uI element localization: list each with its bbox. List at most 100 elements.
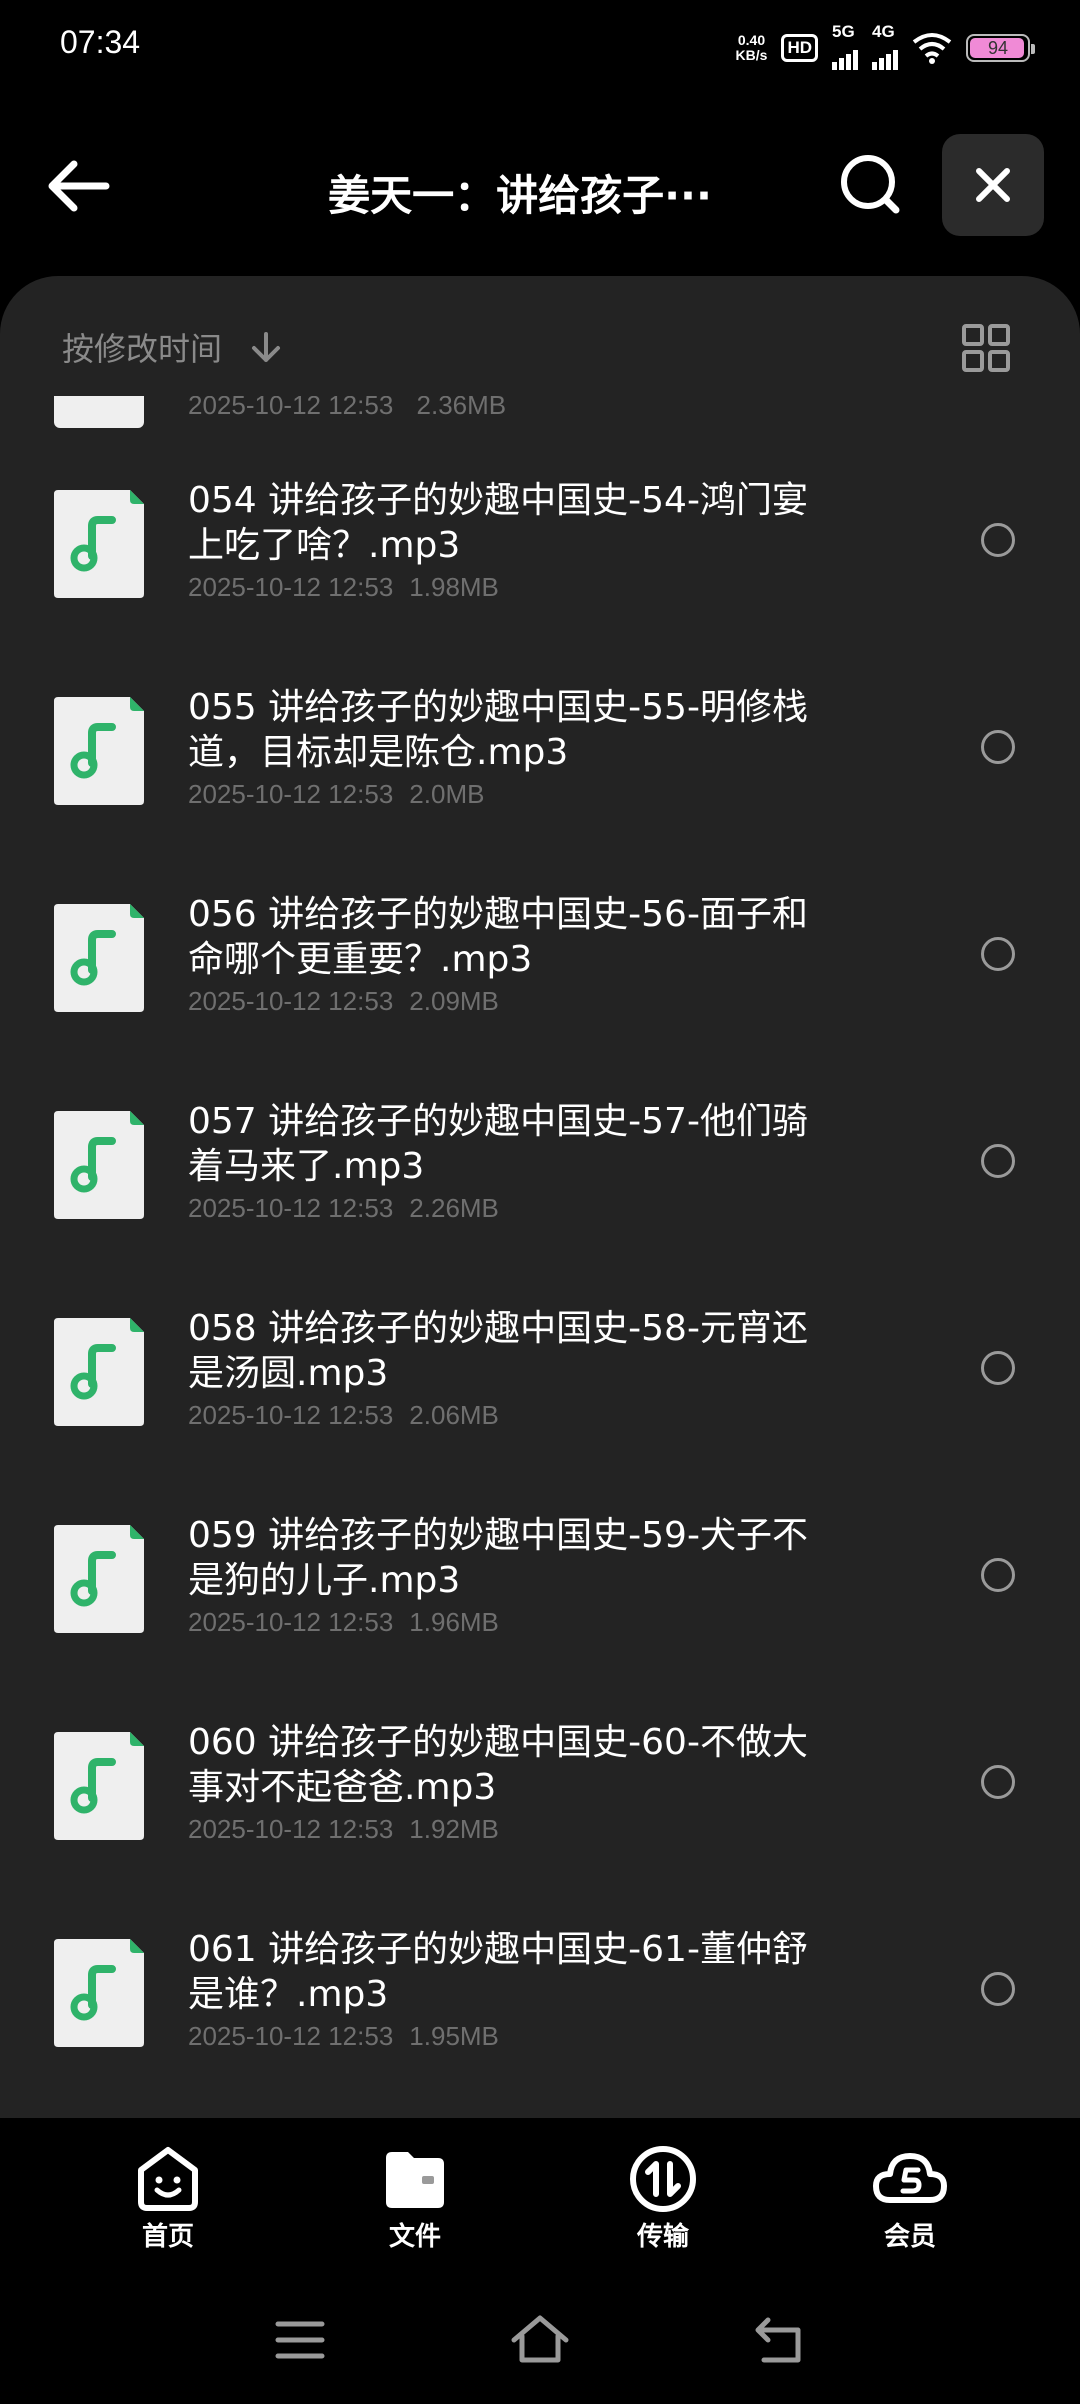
wifi-icon (912, 33, 952, 64)
file-name-line: 058 讲给孩子的妙趣中国史-58-元宵还 (188, 1308, 808, 1349)
file-name-line: 道，目标却是陈仓.mp3 (188, 732, 569, 773)
file-name: 055 讲给孩子的妙趣中国史-55-明修栈 道，目标却是陈仓.mp3 (188, 685, 868, 775)
select-radio[interactable] (981, 1351, 1015, 1385)
file-name-line: 061 讲给孩子的妙趣中国史-61-董仲舒 (188, 1929, 808, 1970)
select-radio[interactable] (981, 730, 1015, 764)
file-meta: 2025-10-12 12:53 1.98MB (188, 572, 499, 603)
list-item[interactable]: 057 讲给孩子的妙趣中国史-57-他们骑 着马来了.mp3 2025-10-12 … (0, 1057, 1080, 1264)
bottom-tab-bar: 首页 文件 传输 会员 (0, 2118, 1080, 2268)
tab-transfer[interactable]: 传输 (583, 2144, 743, 2253)
tab-files[interactable]: 文件 (335, 2144, 495, 2253)
file-size: 1.95MB (409, 2021, 499, 2051)
list-item[interactable]: 054 讲给孩子的妙趣中国史-54-鸿门宴 上吃了啥？.mp3 2025-10-12… (0, 436, 1080, 643)
file-meta: 2025-10-12 12:53 2.06MB (188, 1400, 499, 1431)
file-panel: 按修改时间 2025-10-12 12:53 2.36MB 054 讲给孩子的妙… (0, 276, 1080, 2118)
audio-file-icon (54, 490, 144, 598)
file-name-line: 054 讲给孩子的妙趣中国史-54-鸿门宴 (188, 480, 808, 521)
file-date: 2025-10-12 12:53 (188, 1607, 394, 1637)
file-name-line: 是狗的儿子.mp3 (188, 1560, 461, 1601)
list-item[interactable]: 055 讲给孩子的妙趣中国史-55-明修栈 道，目标却是陈仓.mp3 2025-10… (0, 643, 1080, 850)
select-radio[interactable] (981, 937, 1015, 971)
file-size: 2.0MB (409, 779, 485, 809)
system-nav-bar (0, 2268, 1080, 2404)
status-time: 07:34 (60, 24, 141, 60)
audio-file-icon (54, 1732, 144, 1840)
file-date: 2025-10-12 12:53 (188, 779, 394, 809)
audio-file-icon (54, 1525, 144, 1633)
home-icon[interactable] (510, 2310, 570, 2370)
file-meta: 2025-10-12 12:53 2.26MB (188, 1193, 499, 1224)
network-speed: 0.40 KB/s (735, 32, 768, 63)
file-name-line: 057 讲给孩子的妙趣中国史-57-他们骑 (188, 1101, 808, 1142)
file-meta: 2025-10-12 12:53 2.36MB (188, 396, 506, 421)
file-name-line: 着马来了.mp3 (188, 1146, 425, 1187)
audio-file-icon (54, 396, 144, 428)
file-meta: 2025-10-12 12:53 2.09MB (188, 986, 499, 1017)
page-title: 姜天一：讲给孩子··· (328, 171, 712, 220)
file-size: 1.96MB (409, 1607, 499, 1637)
back-button[interactable] (44, 156, 116, 216)
file-name-line: 是谁？.mp3 (188, 1974, 389, 2015)
file-date: 2025-10-12 12:53 (188, 2021, 394, 2051)
file-date: 2025-10-12 12:53 (188, 572, 394, 602)
close-button[interactable] (942, 134, 1044, 236)
arrow-down-icon[interactable] (248, 330, 284, 366)
file-meta: 2025-10-12 12:53 1.95MB (188, 2021, 499, 2052)
audio-file-icon (54, 697, 144, 805)
search-button[interactable] (836, 150, 904, 218)
file-name: 061 讲给孩子的妙趣中国史-61-董仲舒 是谁？.mp3 (188, 1927, 868, 2017)
signal-5g-icon: 5G (832, 22, 858, 70)
arrow-left-icon (48, 160, 110, 212)
file-name-line: 是汤圆.mp3 (188, 1353, 389, 1394)
list-item[interactable]: 056 讲给孩子的妙趣中国史-56-面子和 命哪个更重要？.mp3 2025-10-… (0, 850, 1080, 1057)
file-name-line: 055 讲给孩子的妙趣中国史-55-明修栈 (188, 687, 808, 728)
file-size: 1.92MB (409, 1814, 499, 1844)
select-radio[interactable] (981, 1558, 1015, 1592)
file-name-line: 事对不起爸爸.mp3 (188, 1767, 497, 1808)
file-name-line: 060 讲给孩子的妙趣中国史-60-不做大 (188, 1722, 808, 1763)
audio-file-icon (54, 1318, 144, 1426)
home-face-icon (138, 2147, 198, 2211)
file-name: 060 讲给孩子的妙趣中国史-60-不做大 事对不起爸爸.mp3 (188, 1720, 868, 1810)
file-name: 059 讲给孩子的妙趣中国史-59-犬子不 是狗的儿子.mp3 (188, 1513, 868, 1603)
file-size: 2.09MB (409, 986, 499, 1016)
list-item[interactable]: 061 讲给孩子的妙趣中国史-61-董仲舒 是谁？.mp3 2025-10-12 1… (0, 1885, 1080, 2092)
list-item[interactable]: 058 讲给孩子的妙趣中国史-58-元宵还 是汤圆.mp3 2025-10-12 1… (0, 1264, 1080, 1471)
file-date: 2025-10-12 12:53 (188, 396, 394, 420)
file-name-line: 059 讲给孩子的妙趣中国史-59-犬子不 (188, 1515, 808, 1556)
file-name: 056 讲给孩子的妙趣中国史-56-面子和 命哪个更重要？.mp3 (188, 892, 868, 982)
list-item[interactable]: 060 讲给孩子的妙趣中国史-60-不做大 事对不起爸爸.mp3 2025-10-1… (0, 1678, 1080, 1885)
audio-file-icon (54, 904, 144, 1012)
status-bar: 07:34 0.40 KB/s HD 5G 4G 94 (0, 0, 1080, 92)
battery-icon: 94 (966, 34, 1035, 62)
select-radio[interactable] (981, 1765, 1015, 1799)
sort-selector[interactable]: 按修改时间 (62, 324, 222, 370)
file-name: 058 讲给孩子的妙趣中国史-58-元宵还 是汤圆.mp3 (188, 1306, 868, 1396)
file-meta: 2025-10-12 12:53 2.0MB (188, 779, 484, 810)
file-meta: 2025-10-12 12:53 1.96MB (188, 1607, 499, 1638)
file-size: 2.36MB (416, 396, 507, 420)
top-bar: 姜天一：讲给孩子··· (0, 92, 1080, 272)
file-date: 2025-10-12 12:53 (188, 1814, 394, 1844)
file-size: 2.26MB (409, 1193, 499, 1223)
close-icon (976, 168, 1010, 202)
grid-view-button[interactable] (962, 324, 1010, 372)
back-nav-icon[interactable] (750, 2310, 810, 2370)
signal-4g-icon: 4G (872, 22, 898, 70)
select-radio[interactable] (981, 1972, 1015, 2006)
select-radio[interactable] (981, 1144, 1015, 1178)
hd-icon: HD (781, 34, 818, 62)
search-icon (841, 155, 900, 214)
tab-home[interactable]: 首页 (88, 2144, 248, 2253)
select-radio[interactable] (981, 523, 1015, 557)
file-name-line: 上吃了啥？.mp3 (188, 525, 461, 566)
file-list[interactable]: 2025-10-12 12:53 2.36MB 054 讲给孩子的妙趣中国史-5… (0, 396, 1080, 2118)
list-item[interactable]: 059 讲给孩子的妙趣中国史-59-犬子不 是狗的儿子.mp3 2025-10-12… (0, 1471, 1080, 1678)
folder-icon (386, 2152, 444, 2208)
transfer-icon (630, 2146, 696, 2212)
menu-icon[interactable] (270, 2310, 330, 2370)
tab-vip[interactable]: 会员 (830, 2144, 990, 2253)
grid-view-icon (962, 324, 1010, 372)
file-date: 2025-10-12 12:53 (188, 1193, 394, 1223)
file-date: 2025-10-12 12:53 (188, 986, 394, 1016)
